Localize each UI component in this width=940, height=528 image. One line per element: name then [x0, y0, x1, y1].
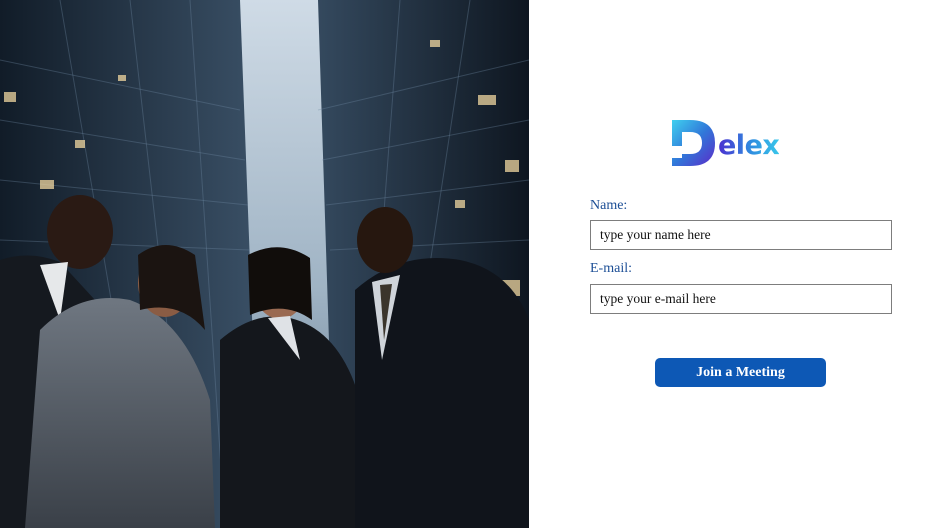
email-label: E-mail: [590, 261, 632, 276]
email-field[interactable] [590, 284, 892, 314]
join-meeting-button[interactable]: Join a Meeting [655, 358, 826, 387]
name-label: Name: [590, 198, 628, 213]
delex-d-logo-icon [672, 120, 715, 166]
login-panel: elex Name: E-mail: Join a Meeting [529, 0, 940, 528]
hero-photo [0, 0, 529, 528]
brand-wordmark: elex [718, 129, 780, 161]
brand-logo: elex [672, 115, 780, 171]
name-field[interactable] [590, 220, 892, 250]
business-team-illustration [0, 0, 529, 528]
